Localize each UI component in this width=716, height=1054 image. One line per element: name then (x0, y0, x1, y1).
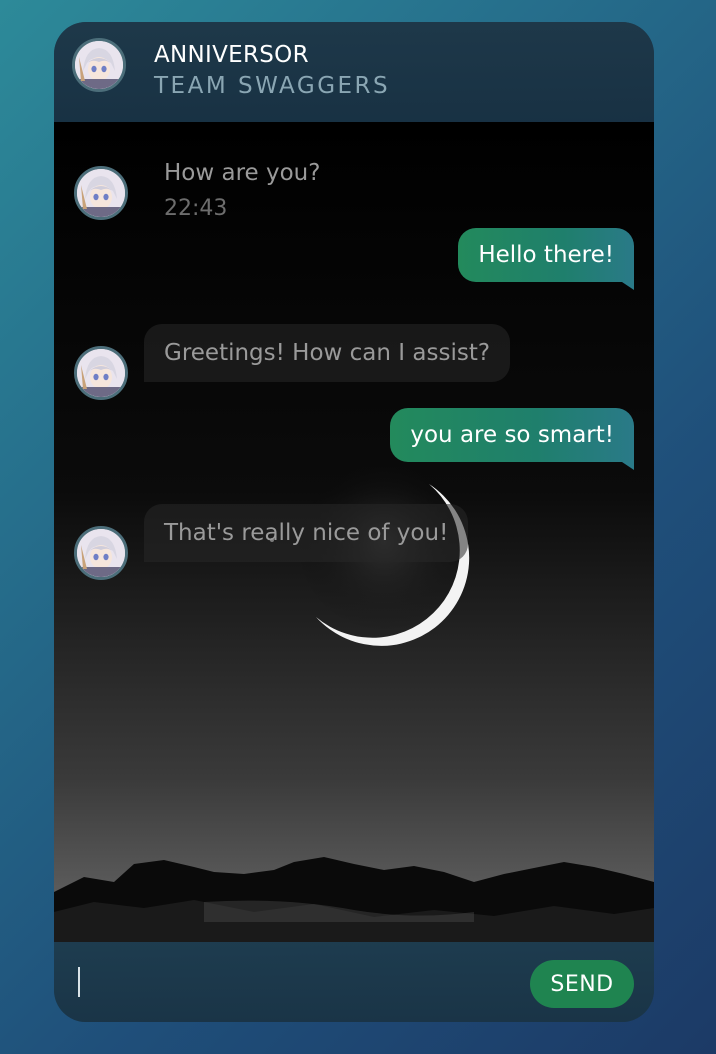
outgoing-message: you are so smart! (390, 408, 634, 470)
message-avatar (74, 526, 128, 580)
incoming-message: Greetings! How can I assist? (144, 324, 511, 382)
message-timestamp: 22:43 (164, 196, 228, 221)
message-list[interactable]: How are you? 22:43 Hello there! Greeting… (54, 122, 654, 942)
outgoing-message: Hello there! (458, 228, 634, 290)
chat-header: ANNIVERSOR TEAM SWAGGERS (54, 22, 654, 122)
message-input[interactable] (74, 962, 518, 1004)
text-caret (78, 967, 80, 997)
mountain-silhouette (54, 857, 654, 942)
incoming-message: That's really nice of you! (144, 504, 469, 562)
chat-window: ANNIVERSOR TEAM SWAGGERS How are you? 22… (54, 22, 654, 1022)
message-avatar (74, 166, 128, 220)
anime-avatar-icon (77, 529, 125, 577)
incoming-message: How are you? (164, 160, 321, 186)
anime-avatar-icon (77, 349, 125, 397)
anime-avatar-icon (77, 169, 125, 217)
chat-subtitle: TEAM SWAGGERS (154, 73, 391, 99)
bot-avatar (72, 38, 126, 92)
composer-bar: SEND (54, 942, 654, 1022)
send-button[interactable]: SEND (530, 960, 634, 1008)
anime-avatar-icon (75, 41, 123, 89)
message-avatar (74, 346, 128, 400)
chat-title: ANNIVERSOR (154, 42, 309, 68)
